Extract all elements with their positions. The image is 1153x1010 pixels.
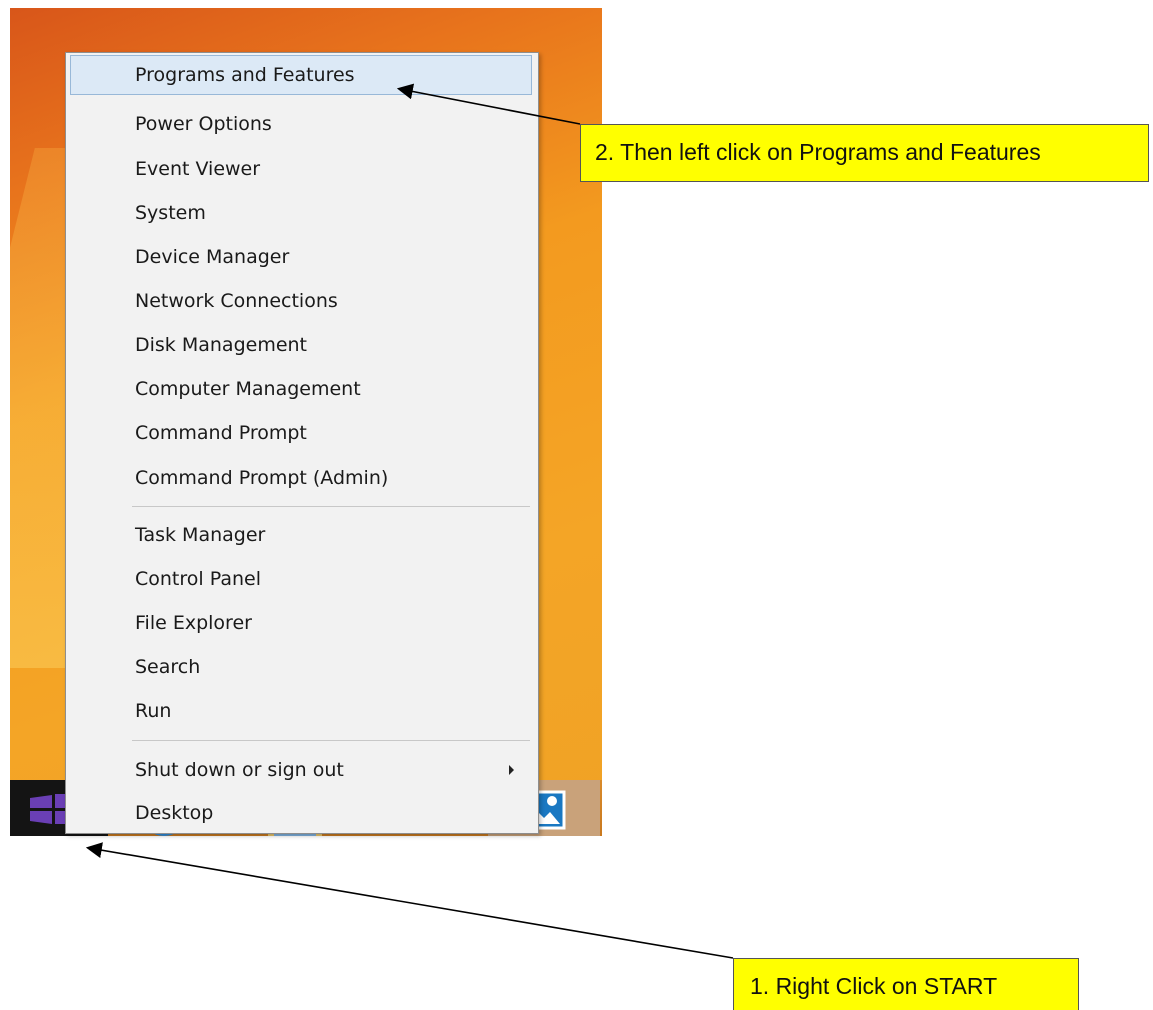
arrow-to-start-button [85, 842, 734, 959]
annotation-arrows [85, 83, 734, 959]
arrow-to-programs-and-features [396, 83, 581, 125]
